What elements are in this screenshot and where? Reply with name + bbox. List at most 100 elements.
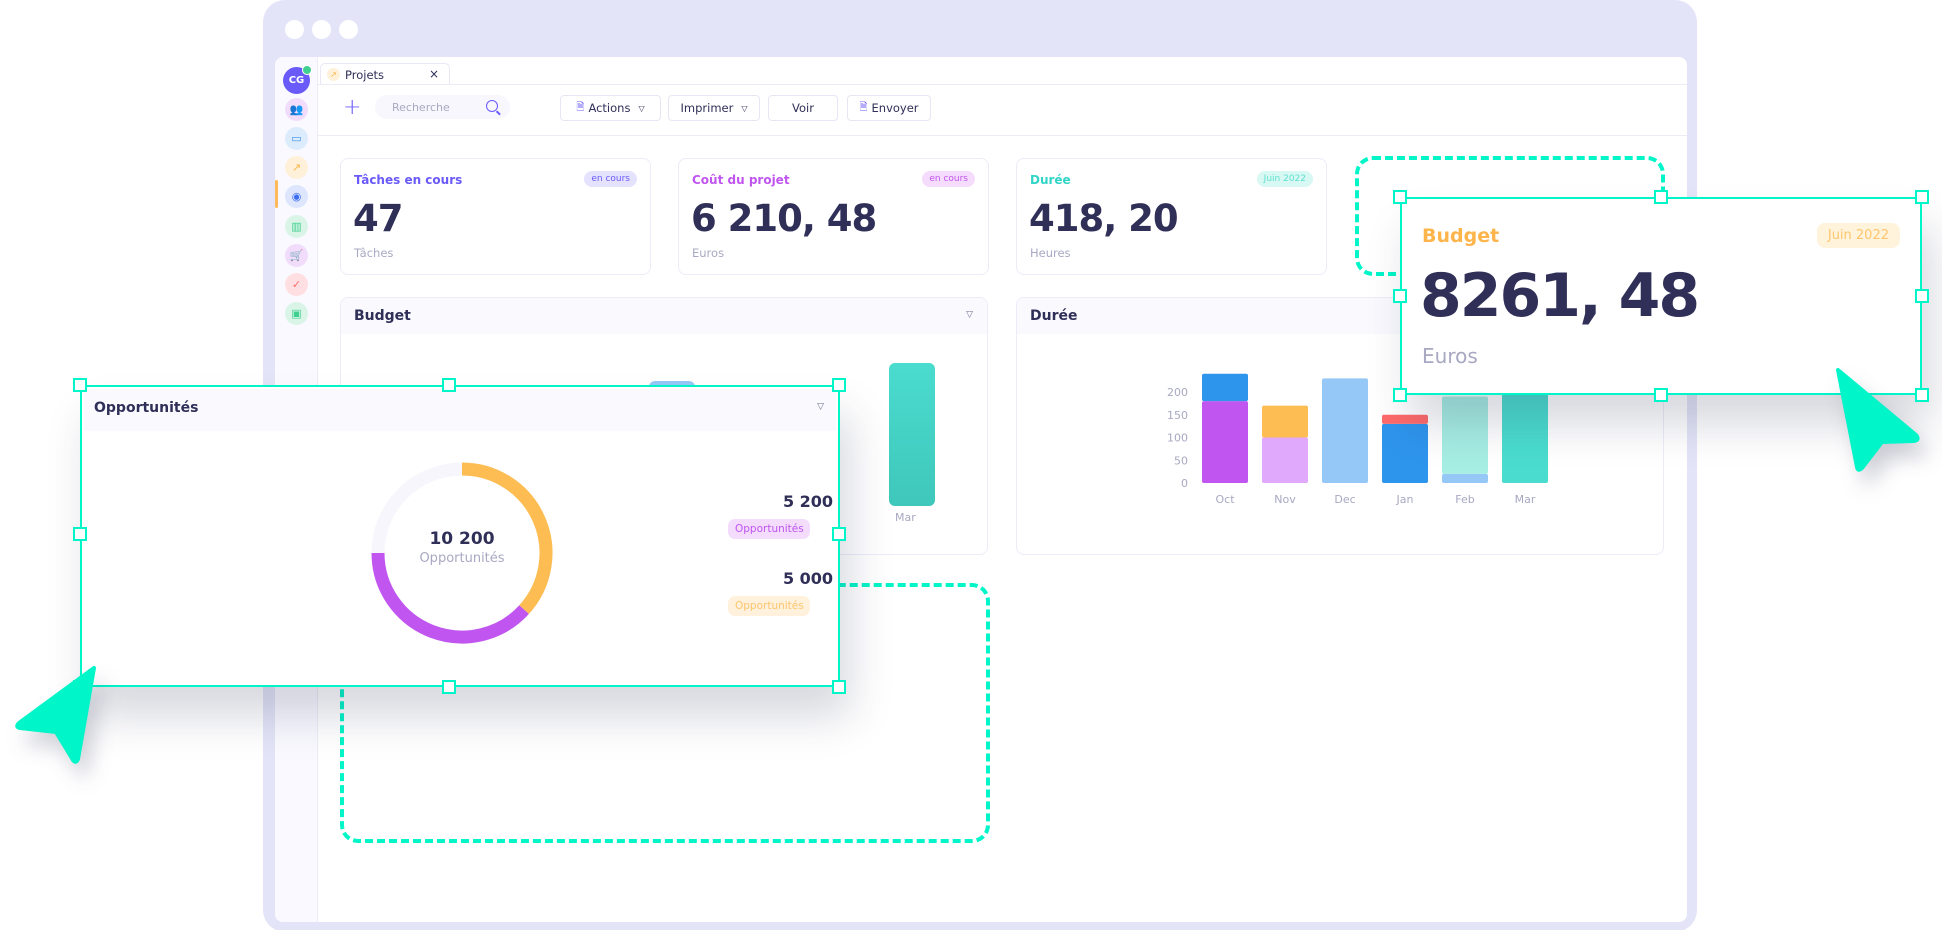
document-icon: 🗎	[859, 101, 868, 113]
pointer-cursor-icon	[15, 666, 96, 764]
chevron-down-icon: ▽	[638, 103, 645, 113]
sidebar-item-trend[interactable]: ↗	[285, 156, 308, 179]
tab-divider	[318, 84, 1687, 85]
online-status-icon	[302, 65, 312, 75]
legend-value: 5 200	[782, 492, 834, 511]
opportunities-floating-card[interactable]: Opportunités ▽ 10 200 Opportunités 5 200…	[80, 385, 840, 687]
print-label: Imprimer	[680, 101, 734, 115]
sidebar-active-indicator	[275, 180, 278, 208]
resize-handle[interactable]	[832, 378, 846, 392]
kpi-unit: Euros	[692, 246, 725, 260]
sidebar-item-bar-chart[interactable]: ▥	[285, 215, 308, 238]
resize-handle[interactable]	[1915, 289, 1929, 303]
legend-badge: Opportunités	[728, 519, 810, 539]
search-icon[interactable]	[486, 100, 498, 112]
sidebar-item-cart[interactable]: 🛒	[285, 244, 308, 267]
trend-icon: ↗	[291, 161, 302, 174]
chevron-down-icon[interactable]: ▽	[817, 402, 824, 412]
print-dropdown[interactable]: Imprimer ▽	[668, 95, 760, 121]
x-tick-label: Mar	[1515, 493, 1536, 506]
sidebar-item-folder[interactable]: ▭	[285, 127, 308, 150]
bar-segment-dec-s1[interactable]	[1322, 378, 1368, 483]
chevron-down-icon: ▽	[741, 103, 748, 113]
kpi-badge: en cours	[922, 171, 975, 187]
kpi-badge: Juin 2022	[1256, 171, 1313, 187]
view-label: Voir	[792, 101, 814, 115]
resize-handle[interactable]	[442, 680, 456, 694]
kpi-title: Tâches en cours	[354, 173, 463, 187]
kpi-unit: Heures	[1030, 246, 1071, 260]
chevron-down-icon[interactable]: ▽	[966, 310, 973, 320]
x-tick-label: Jan	[1396, 493, 1414, 506]
kpi-card-tasks[interactable]: Tâches en cours en cours 47 Tâches	[340, 158, 651, 275]
briefcase-icon: ▣	[291, 307, 302, 320]
budget-value: 8261, 48	[1420, 261, 1700, 331]
date-badge: Juin 2022	[1816, 223, 1900, 248]
window-maximize-button[interactable]	[339, 20, 358, 39]
y-tick-label: 150	[1167, 409, 1188, 422]
y-tick-label: 50	[1174, 454, 1188, 467]
bar-segment-nov-s2[interactable]	[1262, 405, 1308, 438]
donut-total: 10 200	[429, 529, 495, 549]
resize-handle[interactable]	[442, 378, 456, 392]
add-button[interactable]: +	[343, 97, 361, 119]
kpi-value: 6 210, 48	[691, 197, 877, 240]
check-circle-icon: ✓	[291, 278, 302, 291]
kpi-card-duration[interactable]: Durée Juin 2022 418, 20 Heures	[1016, 158, 1327, 275]
pointer-cursor-icon	[1836, 368, 1920, 472]
toolbar-divider	[318, 135, 1687, 136]
window-close-button[interactable]	[285, 20, 304, 39]
document-icon: 🗎	[576, 101, 585, 113]
sidebar-item-briefcase[interactable]: ▣	[285, 302, 308, 325]
x-tick-label: Nov	[1274, 493, 1296, 506]
resize-handle[interactable]	[1915, 190, 1929, 204]
actions-dropdown[interactable]: 🗎 Actions ▽	[560, 95, 661, 121]
close-tab-icon[interactable]: ×	[429, 67, 439, 81]
x-tick-label: Dec	[1334, 493, 1355, 506]
bar-segment-feb-s1[interactable]	[1442, 473, 1488, 483]
kpi-title: Durée	[1030, 173, 1071, 187]
users-icon: 👥	[289, 103, 304, 116]
send-label: Envoyer	[871, 101, 919, 115]
sidebar-item-users[interactable]: 👥	[285, 98, 308, 121]
legend-value: 5 000	[782, 569, 834, 588]
bar-segment-nov-s1[interactable]	[1262, 437, 1308, 484]
window-minimize-button[interactable]	[312, 20, 331, 39]
view-button[interactable]: Voir	[768, 95, 838, 121]
y-tick-label: 100	[1167, 432, 1188, 445]
card-title: Opportunités	[94, 400, 199, 416]
donut-total-label: Opportunités	[419, 551, 505, 566]
resize-handle[interactable]	[1393, 388, 1407, 402]
bar-segment-oct-s1[interactable]	[1202, 401, 1248, 483]
bar-segment-jan-s1[interactable]	[1382, 423, 1428, 483]
kpi-value: 47	[353, 197, 403, 240]
bar-chart-icon: ▥	[291, 220, 302, 233]
budget-bar	[889, 363, 935, 506]
resize-handle[interactable]	[1654, 190, 1668, 204]
kpi-unit: Tâches	[354, 246, 394, 260]
x-tick-label: Oct	[1215, 493, 1235, 506]
resize-handle[interactable]	[73, 527, 87, 541]
cart-icon: 🛒	[289, 249, 304, 262]
resize-handle[interactable]	[1654, 388, 1668, 402]
tab-projets[interactable]: ↗ Projets ×	[320, 63, 450, 85]
search-input[interactable]: Recherche	[375, 95, 510, 119]
sidebar-item-broadcast[interactable]: ◉	[285, 185, 308, 208]
resize-handle[interactable]	[73, 378, 87, 392]
bar-segment-oct-s2[interactable]	[1202, 373, 1248, 402]
kpi-title: Coût du projet	[692, 173, 790, 187]
kpi-card-cost[interactable]: Coût du projet en cours 6 210, 48 Euros	[678, 158, 989, 275]
resize-handle[interactable]	[1393, 289, 1407, 303]
y-tick-label: 0	[1181, 477, 1188, 490]
legend-badge: Opportunités	[728, 596, 810, 616]
resize-handle[interactable]	[832, 680, 846, 694]
actions-label: Actions	[588, 101, 631, 115]
send-button[interactable]: 🗎 Envoyer	[847, 95, 931, 121]
resize-handle[interactable]	[832, 527, 846, 541]
bar-segment-jan-s2[interactable]	[1382, 414, 1428, 424]
bar-segment-feb-s2[interactable]	[1442, 396, 1488, 474]
budget-unit: Euros	[1422, 344, 1478, 368]
card-title: Budget	[354, 308, 411, 324]
resize-handle[interactable]	[1393, 190, 1407, 204]
sidebar-item-check-circle[interactable]: ✓	[285, 273, 308, 296]
